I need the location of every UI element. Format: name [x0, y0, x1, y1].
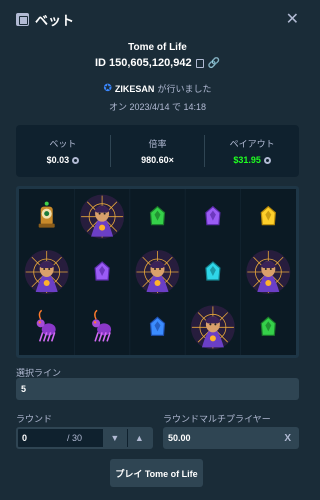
multiplier-clear-icon[interactable]: X	[284, 433, 291, 444]
chevron-up-icon[interactable]: ▲	[126, 429, 152, 447]
stat-bet-value: $0.03	[46, 155, 70, 165]
currency-icon	[263, 156, 271, 164]
reel-symbol-blue-gem	[149, 316, 166, 336]
reel-symbol-sorceress	[246, 250, 291, 294]
reel-symbol-sorceress	[190, 305, 235, 350]
stat-multiplier: 倍率 980.60×	[111, 135, 206, 167]
stat-bet: ベット $0.03	[16, 135, 111, 167]
round-max: / 30	[66, 433, 82, 443]
copy-icon[interactable]	[195, 58, 204, 68]
modal-header: ベット ✕	[0, 0, 315, 38]
modal-title: ベット	[35, 12, 75, 28]
stat-payout-value: $31.95	[233, 155, 261, 165]
close-icon[interactable]: ✕	[286, 9, 299, 29]
round-multiplier-value: 50.00	[168, 433, 191, 443]
reel-symbol-green-gem	[149, 205, 166, 226]
bet-date: オン 2023/4/14 で 14:18	[108, 102, 207, 112]
reel-symbol-spider	[92, 309, 112, 342]
bet-stats: ベット $0.03 倍率 980.60× ペイアウト $31.95	[16, 125, 299, 177]
reel-symbol-sorceress	[24, 250, 69, 294]
vip-star-icon: ✪	[103, 83, 112, 94]
reel-symbol-sorceress	[80, 194, 125, 239]
round-stepper[interactable]: 0 / 30 ▼ ▲	[16, 427, 153, 449]
bet-id-row: ID 150,605,120,942 🔗	[0, 57, 315, 69]
reel-symbol-spider	[36, 309, 56, 342]
stat-multiplier-label: 倍率	[148, 139, 167, 149]
bet-id: ID 150,605,120,942	[94, 57, 192, 69]
reel-symbol-sorceress	[135, 250, 180, 294]
stat-payout-label: ペイアウト	[229, 139, 275, 149]
slot-reels	[16, 186, 299, 358]
link-icon[interactable]: 🔗	[208, 58, 220, 69]
reel-grid	[24, 189, 291, 355]
player-row: ✪ ZIKESAN が行いました	[0, 82, 315, 95]
currency-icon	[72, 156, 80, 164]
chevron-down-icon[interactable]: ▼	[102, 429, 127, 447]
reel-symbol-purple-gem	[94, 261, 110, 281]
stat-payout: ペイアウト $31.95	[205, 135, 299, 167]
stat-bet-value-row: $0.03	[16, 155, 110, 165]
reel-symbol-green-gem	[260, 316, 276, 336]
round-label: ラウンド	[16, 414, 53, 424]
game-title[interactable]: Tome of Life	[0, 42, 315, 53]
player-suffix: が行いました	[157, 84, 212, 94]
stat-multiplier-value: 980.60×	[141, 155, 174, 165]
reel-symbol-eye-idol	[38, 201, 55, 228]
bet-slip-icon	[16, 12, 29, 26]
play-game-button[interactable]: プレイ Tome of Life	[110, 459, 203, 487]
round-input[interactable]: 0	[18, 433, 67, 443]
player-name[interactable]: ZIKESAN	[115, 84, 155, 94]
reel-symbol-cyan-gem	[205, 261, 221, 281]
reel-symbol-purple-gem	[205, 205, 221, 226]
stat-payout-value-row: $31.95	[205, 155, 299, 165]
reel-symbol-yellow-gem	[260, 205, 276, 226]
round-multiplier-label: ラウンドマルチプライヤー	[163, 414, 271, 424]
lines-field: 5	[16, 378, 299, 400]
round-multiplier-field[interactable]: 50.00 X	[163, 427, 299, 449]
stat-bet-label: ベット	[49, 139, 77, 149]
